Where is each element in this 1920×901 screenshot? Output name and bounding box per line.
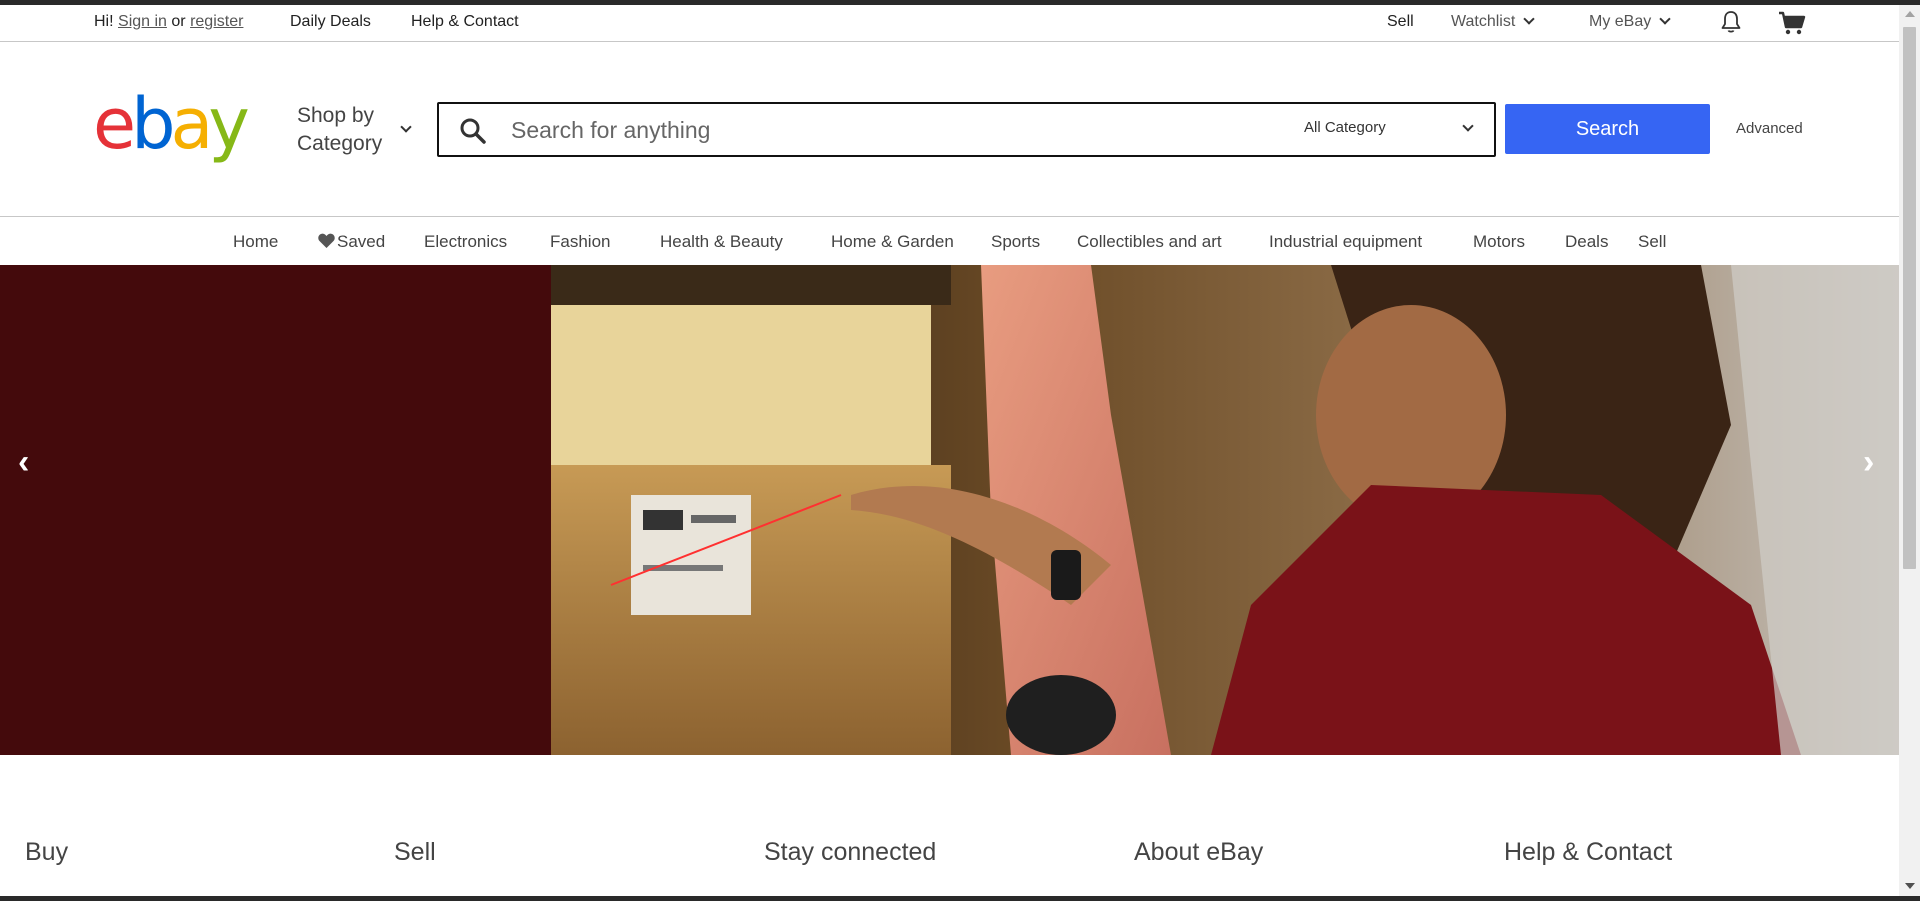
category-select[interactable]: All Category bbox=[1304, 119, 1474, 143]
shop-by-category-line2: Category bbox=[297, 132, 383, 155]
category-nav: Home Saved Electronics Fashion Health & … bbox=[0, 216, 1899, 264]
advanced-search-link[interactable]: Advanced bbox=[1736, 120, 1803, 137]
nav-item-sell[interactable]: Sell bbox=[1638, 232, 1666, 252]
nav-item-electronics[interactable]: Electronics bbox=[424, 232, 507, 252]
carousel-prev-button[interactable]: ‹ bbox=[18, 443, 29, 482]
hero-carousel[interactable]: ‹ › bbox=[0, 265, 1899, 755]
shop-by-category-button[interactable]: Shop by Category bbox=[297, 102, 412, 158]
nav-item-industrial[interactable]: Industrial equipment bbox=[1269, 232, 1422, 252]
scroll-down-arrow-icon[interactable] bbox=[1905, 883, 1915, 889]
footer-heading-help: Help & Contact bbox=[1504, 838, 1673, 866]
nav-item-home-garden[interactable]: Home & Garden bbox=[831, 232, 954, 252]
window-bottom-edge bbox=[0, 896, 1920, 901]
hero-image bbox=[551, 265, 1899, 755]
search-icon bbox=[459, 117, 487, 145]
nav-item-sports[interactable]: Sports bbox=[991, 232, 1040, 252]
nav-item-health-beauty[interactable]: Health & Beauty bbox=[660, 232, 783, 252]
chevron-down-icon bbox=[1462, 120, 1474, 132]
or-text: or bbox=[171, 13, 186, 30]
my-ebay-dropdown[interactable]: My eBay bbox=[1589, 13, 1671, 31]
bell-icon[interactable] bbox=[1720, 10, 1742, 39]
footer-heading-about: About eBay bbox=[1134, 838, 1264, 866]
sign-in-link[interactable]: Sign in bbox=[118, 13, 167, 30]
search-input[interactable] bbox=[511, 114, 1211, 146]
page: Hi! Sign in or register Daily Deals Help… bbox=[0, 0, 1899, 901]
vertical-scrollbar[interactable] bbox=[1899, 5, 1920, 896]
chevron-down-icon bbox=[1659, 13, 1671, 25]
search-button[interactable]: Search bbox=[1505, 104, 1710, 154]
cart-icon[interactable] bbox=[1778, 11, 1806, 40]
svg-text:ebay: ebay bbox=[93, 90, 248, 165]
nav-item-motors[interactable]: Motors bbox=[1473, 232, 1525, 252]
nav-item-fashion[interactable]: Fashion bbox=[550, 232, 610, 252]
nav-item-saved-label: Saved bbox=[337, 232, 386, 251]
scroll-up-arrow-icon[interactable] bbox=[1905, 11, 1915, 17]
carousel-next-button[interactable]: › bbox=[1863, 443, 1874, 482]
nav-item-saved[interactable]: Saved bbox=[318, 232, 385, 252]
watchlist-dropdown[interactable]: Watchlist bbox=[1451, 13, 1535, 31]
watchlist-label: Watchlist bbox=[1451, 13, 1516, 30]
heart-icon bbox=[318, 233, 335, 248]
category-select-value: All Category bbox=[1304, 119, 1386, 136]
nav-item-collectibles[interactable]: Collectibles and art bbox=[1077, 232, 1222, 252]
window-top-edge bbox=[0, 0, 1920, 5]
my-ebay-label: My eBay bbox=[1589, 13, 1652, 30]
top-utility-bar: Hi! Sign in or register Daily Deals Help… bbox=[0, 5, 1899, 42]
footer-heading-stay-connected: Stay connected bbox=[764, 838, 937, 866]
nav-item-home[interactable]: Home bbox=[233, 232, 278, 252]
footer-heading-sell: Sell bbox=[394, 838, 436, 866]
register-link[interactable]: register bbox=[190, 13, 243, 30]
nav-item-deals[interactable]: Deals bbox=[1565, 232, 1608, 252]
greeting-prefix: Hi! bbox=[94, 13, 114, 30]
shop-by-category-line1: Shop by bbox=[297, 104, 375, 127]
footer-heading-buy: Buy bbox=[25, 838, 69, 866]
help-contact-link[interactable]: Help & Contact bbox=[411, 13, 519, 31]
chevron-down-icon bbox=[400, 121, 412, 133]
sell-link[interactable]: Sell bbox=[1387, 13, 1414, 31]
greeting: Hi! Sign in or register bbox=[94, 13, 243, 31]
search-box: All Category bbox=[437, 102, 1496, 157]
daily-deals-link[interactable]: Daily Deals bbox=[290, 13, 371, 31]
ebay-logo[interactable]: ebay bbox=[93, 83, 259, 166]
scroll-thumb[interactable] bbox=[1903, 27, 1916, 569]
chevron-down-icon bbox=[1523, 13, 1535, 25]
